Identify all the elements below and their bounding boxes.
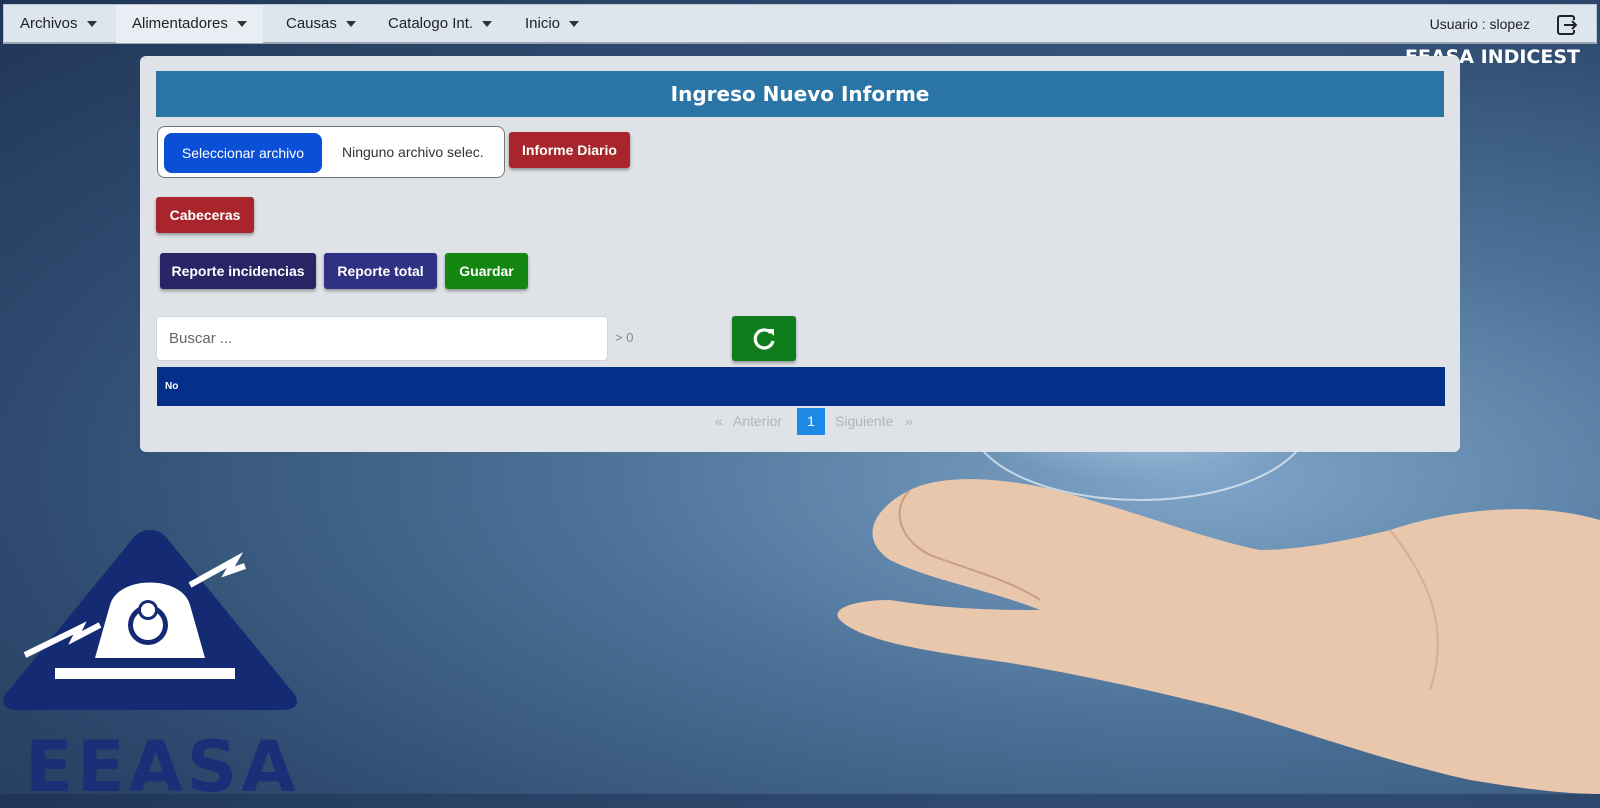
guardar-button[interactable]: Guardar bbox=[445, 253, 528, 289]
file-name-label: Ninguno archivo selec. bbox=[342, 144, 484, 160]
nav-inicio-label: Inicio bbox=[525, 15, 561, 32]
nav-causas-label: Causas bbox=[286, 15, 337, 32]
refresh-button[interactable] bbox=[732, 316, 796, 361]
prev-page-link[interactable]: Anterior bbox=[733, 408, 782, 435]
chevron-down-icon bbox=[236, 21, 247, 28]
select-file-button[interactable]: Seleccionar archivo bbox=[164, 133, 322, 173]
next-page-link[interactable]: Siguiente bbox=[835, 408, 893, 435]
nav-catalogo[interactable]: Catalogo Int. bbox=[388, 5, 493, 43]
logo-text: EEASA bbox=[25, 726, 300, 808]
top-navbar: Archivos Alimentadores Causas Catalogo I… bbox=[3, 4, 1597, 44]
cabeceras-button[interactable]: Cabeceras bbox=[156, 197, 254, 233]
reporte-incidencias-button[interactable]: Reporte incidencias bbox=[160, 253, 316, 289]
table-header: No bbox=[157, 367, 1445, 406]
refresh-icon bbox=[753, 328, 775, 350]
logout-icon[interactable] bbox=[1556, 14, 1578, 36]
nav-alimentadores-label: Alimentadores bbox=[132, 15, 228, 32]
page-title: Ingreso Nuevo Informe bbox=[156, 71, 1444, 117]
hand-illustration bbox=[837, 479, 1600, 794]
result-count: > 0 bbox=[615, 330, 634, 345]
chevron-down-icon bbox=[482, 21, 493, 28]
chevron-down-icon bbox=[345, 21, 356, 28]
chevron-down-icon bbox=[569, 21, 580, 28]
nav-archivos-label: Archivos bbox=[20, 15, 78, 32]
eeasa-logo bbox=[3, 530, 297, 710]
nav-inicio[interactable]: Inicio bbox=[525, 5, 580, 43]
chevron-down-icon bbox=[86, 21, 97, 28]
nav-archivos[interactable]: Archivos bbox=[20, 5, 97, 43]
nav-alimentadores[interactable]: Alimentadores bbox=[116, 5, 263, 43]
main-panel: Ingreso Nuevo Informe Seleccionar archiv… bbox=[140, 56, 1460, 452]
nav-causas[interactable]: Causas bbox=[286, 5, 356, 43]
file-input[interactable]: Seleccionar archivo Ninguno archivo sele… bbox=[157, 126, 505, 178]
search-input[interactable] bbox=[156, 316, 608, 361]
user-label: Usuario : slopez bbox=[1429, 16, 1530, 32]
column-header-no: No bbox=[165, 381, 179, 392]
first-page-link[interactable]: « bbox=[715, 408, 723, 435]
informe-diario-button[interactable]: Informe Diario bbox=[509, 132, 630, 168]
nav-catalogo-label: Catalogo Int. bbox=[388, 15, 474, 32]
reporte-total-button[interactable]: Reporte total bbox=[324, 253, 437, 289]
page-1-link[interactable]: 1 bbox=[797, 408, 825, 435]
last-page-link[interactable]: » bbox=[905, 408, 913, 435]
